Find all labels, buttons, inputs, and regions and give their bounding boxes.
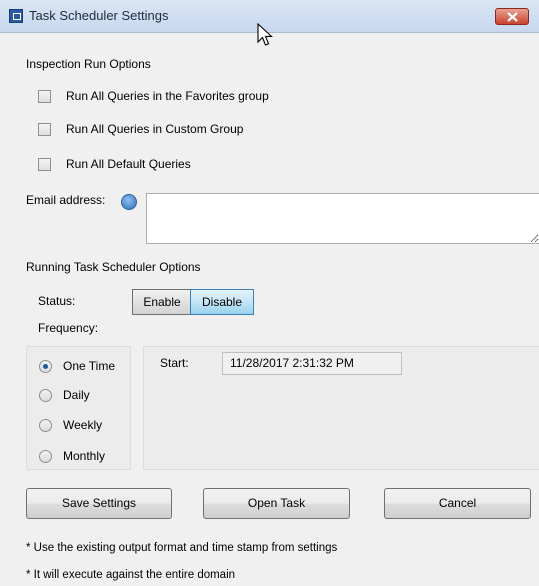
weekly-radio[interactable]	[39, 419, 52, 432]
favorites-checkbox[interactable]	[38, 90, 51, 103]
one-time-radio[interactable]	[39, 360, 52, 373]
frequency-label: Frequency:	[38, 321, 99, 335]
window-title: Task Scheduler Settings	[29, 8, 169, 23]
daily-label[interactable]: Daily	[63, 388, 90, 402]
save-settings-button[interactable]: Save Settings	[26, 488, 172, 519]
mouse-pointer-icon	[257, 23, 273, 46]
help-icon[interactable]	[121, 194, 137, 210]
email-input[interactable]	[146, 193, 539, 244]
custom-group-label[interactable]: Run All Queries in Custom Group	[66, 122, 243, 136]
one-time-label[interactable]: One Time	[63, 359, 115, 373]
disable-button[interactable]: Disable	[190, 289, 254, 315]
weekly-label[interactable]: Weekly	[63, 418, 102, 432]
enable-button[interactable]: Enable	[132, 289, 191, 315]
inspection-heading: Inspection Run Options	[26, 57, 151, 71]
start-label: Start:	[160, 356, 189, 370]
cancel-button[interactable]: Cancel	[384, 488, 531, 519]
start-datetime-field[interactable]: 11/28/2017 2:31:32 PM	[222, 352, 402, 375]
daily-radio[interactable]	[39, 389, 52, 402]
close-icon	[507, 12, 518, 22]
status-label: Status:	[38, 294, 76, 308]
close-button[interactable]	[495, 8, 529, 25]
app-icon	[9, 9, 23, 23]
monthly-label[interactable]: Monthly	[63, 449, 105, 463]
email-label: Email address:	[26, 193, 106, 207]
open-task-button[interactable]: Open Task	[203, 488, 350, 519]
favorites-label[interactable]: Run All Queries in the Favorites group	[66, 89, 269, 103]
note-output-format: * Use the existing output format and tim…	[26, 542, 338, 554]
custom-group-checkbox[interactable]	[38, 123, 51, 136]
default-queries-label[interactable]: Run All Default Queries	[66, 157, 191, 171]
monthly-radio[interactable]	[39, 450, 52, 463]
running-options-heading: Running Task Scheduler Options	[26, 260, 201, 274]
default-queries-checkbox[interactable]	[38, 158, 51, 171]
note-domain: * It will execute against the entire dom…	[26, 569, 236, 581]
